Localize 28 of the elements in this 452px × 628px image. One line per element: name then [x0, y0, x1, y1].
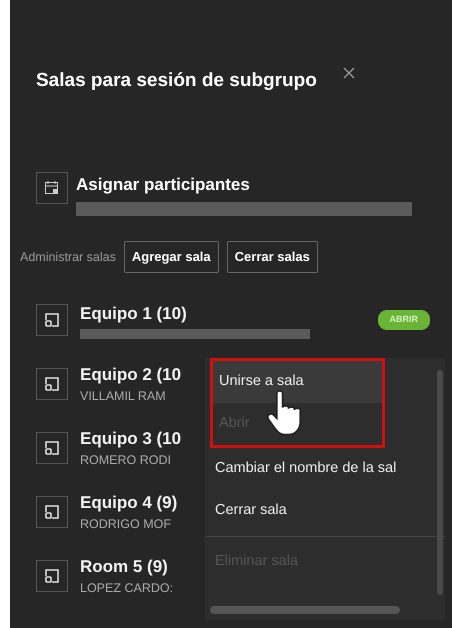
room-members: LOPEZ CARDO: — [80, 580, 174, 598]
panel-title: Salas para sesión de subgrupo — [36, 69, 317, 93]
menu-item[interactable]: Unirse a sala — [213, 361, 382, 403]
room-icon — [36, 432, 68, 464]
calendar-icon — [36, 172, 68, 204]
room-icon — [36, 304, 68, 336]
manage-button[interactable]: Agregar sala — [124, 241, 219, 273]
room-members: VILLAMIL RAM — [80, 388, 166, 406]
open-status-tag: ABRIR — [378, 310, 430, 330]
horizontal-scrollbar[interactable] — [210, 606, 400, 614]
manage-button[interactable]: Cerrar salas — [226, 241, 318, 273]
close-icon — [342, 67, 355, 79]
room-members: ROMERO RODI — [80, 452, 171, 470]
close-button[interactable] — [342, 67, 355, 79]
room-name: Equipo 2 (10 — [80, 364, 182, 386]
manage-rooms-label: Administrar salas — [20, 248, 116, 266]
assign-participants-button[interactable]: Asignar participantes — [76, 172, 250, 198]
room-icon — [36, 496, 68, 528]
room-name: Room 5 (9) — [80, 556, 168, 578]
vertical-scrollbar[interactable] — [437, 370, 443, 595]
room-name: Equipo 4 (9) — [80, 492, 178, 514]
room-icon — [36, 368, 68, 400]
room-icon — [36, 560, 68, 592]
room-members: RODRIGO MOF — [80, 516, 171, 534]
room-name: Equipo 1 (10) — [80, 302, 187, 325]
menu-item[interactable]: Cambiar el nombre de la sal — [205, 448, 431, 490]
room-name: Equipo 3 (10 — [80, 428, 182, 450]
menu-item[interactable]: Cerrar sala — [205, 490, 431, 532]
